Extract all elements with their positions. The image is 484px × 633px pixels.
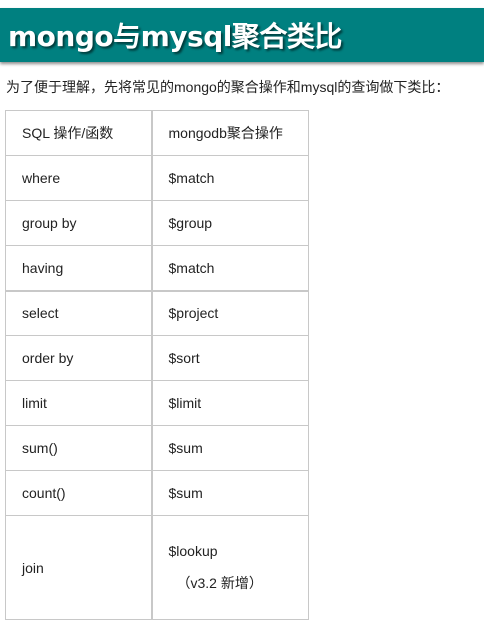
mongo-cell: $sum <box>151 470 309 516</box>
sql-cell: count() <box>5 470 153 516</box>
mongo-cell: $project <box>151 289 309 336</box>
mongo-cell: $group <box>151 200 309 246</box>
title-banner: mongo与mysql聚合类比 <box>0 8 484 62</box>
mongo-cell: $limit <box>151 380 309 426</box>
sql-cell: where <box>5 155 153 201</box>
mongo-cell: $match <box>151 245 309 291</box>
table-row: order by $sort <box>5 335 309 381</box>
mongo-cell: $sum <box>151 425 309 471</box>
header-cell-mongodb: mongodb聚合操作 <box>151 110 309 156</box>
sql-cell: join <box>5 515 153 620</box>
sql-cell: limit <box>5 380 153 426</box>
sql-cell: group by <box>5 200 153 246</box>
intro-paragraph: 为了便于理解，先将常见的mongo的聚合操作和mysql的查询做下类比： <box>6 79 450 95</box>
header-cell-sql: SQL 操作/函数 <box>5 110 153 156</box>
table-row: count() $sum <box>5 470 309 516</box>
table-row: select $project <box>5 289 309 336</box>
version-note: （v3.2 新增） <box>176 574 263 591</box>
sql-cell: having <box>5 245 153 291</box>
comparison-table: SQL 操作/函数 mongodb聚合操作 where $match group… <box>5 110 309 620</box>
sql-cell: order by <box>5 335 153 381</box>
page-title: mongo与mysql聚合类比 <box>8 20 342 53</box>
mongo-operator: $lookup <box>168 542 218 559</box>
table-header-row: SQL 操作/函数 mongodb聚合操作 <box>5 110 309 156</box>
table-row: sum() $sum <box>5 425 309 471</box>
sql-cell: sum() <box>5 425 153 471</box>
mongo-cell: $lookup （v3.2 新增） <box>151 515 309 620</box>
table-row: join $lookup （v3.2 新增） <box>5 515 309 620</box>
mongo-cell: $sort <box>151 335 309 381</box>
mongo-cell: $match <box>151 155 309 201</box>
table-row: where $match <box>5 155 309 201</box>
sql-cell: select <box>5 289 153 336</box>
table-row: group by $group <box>5 200 309 246</box>
table-row: having $match <box>5 245 309 291</box>
table-row: limit $limit <box>5 380 309 426</box>
